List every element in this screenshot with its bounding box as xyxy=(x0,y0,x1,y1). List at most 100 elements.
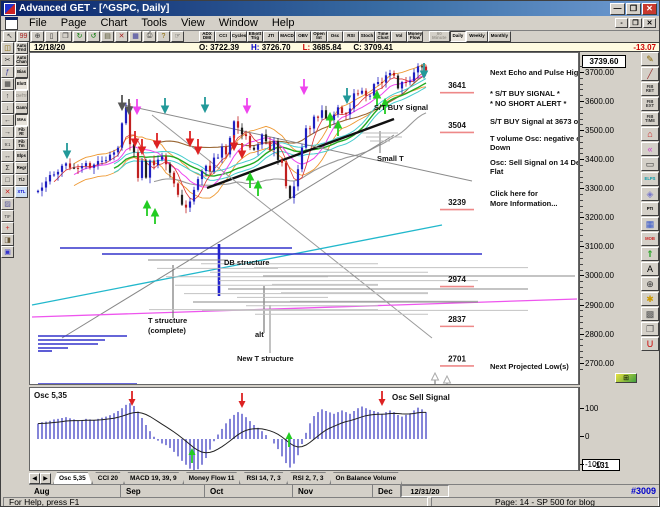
expand-icon[interactable]: ↔ xyxy=(1,150,14,162)
tool-button-auto-chan[interactable]: Auto Chan xyxy=(15,54,28,66)
chart-page-icon[interactable]: ▦ xyxy=(129,31,142,42)
snap-icon[interactable]: ▨ xyxy=(1,198,14,210)
rectangle-tool-icon[interactable]: ▭ xyxy=(641,157,659,171)
sum-icon[interactable]: Σ xyxy=(1,162,14,174)
tab-cci-20[interactable]: CCI 20 xyxy=(92,472,124,484)
quotes-icon[interactable]: 99 xyxy=(17,31,30,42)
print-icon[interactable]: ⎙ xyxy=(143,31,156,42)
interval-button-weekly[interactable]: Weekly xyxy=(466,31,487,42)
tool-button-t-j[interactable]: T/J xyxy=(15,174,28,186)
study-button-open-int[interactable]: Open Int xyxy=(311,31,327,42)
crosshair-icon[interactable]: + xyxy=(1,222,14,234)
study-button-obv[interactable]: OBV xyxy=(295,31,311,42)
window-icon[interactable]: ▣ xyxy=(1,246,14,258)
tab-macd-19-39-9[interactable]: MACD 19, 39, 9 xyxy=(124,472,183,484)
study-icon[interactable]: ƒ xyxy=(1,66,14,78)
grid-icon[interactable]: ▦ xyxy=(641,217,659,231)
menu-chart[interactable]: Chart xyxy=(93,17,134,29)
interval-button-daily[interactable]: Daily xyxy=(450,31,467,42)
pages-icon[interactable]: ❐ xyxy=(641,322,659,336)
tool-button-elott[interactable]: Elott xyxy=(15,78,28,90)
maximize-button[interactable]: ❐ xyxy=(626,3,641,15)
fib-retracement-icon[interactable]: FIB RET xyxy=(641,82,659,96)
grid2-icon[interactable]: ▩ xyxy=(641,307,659,321)
tool-button-gann[interactable]: Gann xyxy=(15,102,28,114)
rhombus-icon[interactable]: ◈ xyxy=(641,187,659,201)
pointer-icon[interactable]: ↖ xyxy=(3,31,16,42)
box-icon[interactable]: □ xyxy=(1,174,14,186)
scissors-icon[interactable]: ✂ xyxy=(1,54,14,66)
interval-button-60-minute[interactable]: 60 Minute xyxy=(429,31,450,42)
study-button-money-flow[interactable]: Money Flow xyxy=(407,31,423,42)
open-folder-icon[interactable]: ◫ xyxy=(1,42,14,54)
child-minimize-button[interactable]: - xyxy=(615,18,628,28)
price-chart[interactable]: 364135043239297428372701Next Echo and Pu… xyxy=(29,52,579,385)
minimize-button[interactable]: — xyxy=(610,3,625,15)
menu-window[interactable]: Window xyxy=(212,17,265,29)
tab-rsi-2-7-3[interactable]: RSI 2, 7, 3 xyxy=(287,472,330,484)
tab-rsi-14-7-3[interactable]: RSI 14, 7, 3 xyxy=(240,472,286,484)
title-bar[interactable]: Advanced GET - [^GSPC, Daily] —❐✕ xyxy=(1,1,659,16)
study-button-cycles[interactable]: Cycles xyxy=(231,31,247,42)
study-button-elliott-trig[interactable]: Elliott Trig xyxy=(247,31,263,42)
fib-extension-icon[interactable]: FIB EXT xyxy=(641,97,659,111)
scroll-down-icon[interactable]: ↓ xyxy=(1,102,14,114)
new-chart-icon[interactable]: ▯ xyxy=(45,31,58,42)
study-button-rsi[interactable]: RSI xyxy=(343,31,359,42)
oscillator-panel[interactable]: Osc 5,35Osc Sell Signal xyxy=(29,387,579,471)
child-window-icon[interactable] xyxy=(5,17,18,30)
context-help-icon[interactable]: ☞ xyxy=(171,31,184,42)
elliott-arrow-icon[interactable]: ⇑ xyxy=(641,247,659,261)
study-button-osc[interactable]: Osc xyxy=(327,31,343,42)
help-icon[interactable]: ? xyxy=(157,31,170,42)
rotate-icon[interactable]: ↺ xyxy=(87,31,100,42)
mob-icon[interactable]: MOB xyxy=(641,232,659,246)
gann-icon[interactable]: ⌂ xyxy=(641,127,659,141)
tool-button-xtl[interactable]: XTL xyxy=(15,186,28,198)
tab-on-balance-volume[interactable]: On Balance Volume xyxy=(330,472,403,484)
menu-help[interactable]: Help xyxy=(265,17,302,29)
expansion-arrows-icon[interactable]: « xyxy=(641,142,659,156)
study-button-vol[interactable]: Vol xyxy=(391,31,407,42)
paste-icon[interactable]: ▤ xyxy=(101,31,114,42)
tool-button-fib-rt[interactable]: Fib Rt xyxy=(15,126,28,138)
study-button-stoch[interactable]: Stoch xyxy=(359,31,375,42)
refresh-icon[interactable]: ↻ xyxy=(73,31,86,42)
tool-button-regr[interactable]: Regr xyxy=(15,162,28,174)
tool-button-bias[interactable]: Bias xyxy=(15,66,28,78)
tab-scroll-left-button[interactable]: ◀ xyxy=(29,473,40,484)
menu-view[interactable]: View xyxy=(174,17,212,29)
trendline-icon[interactable]: ╱ xyxy=(641,67,659,81)
scroll-right-icon[interactable]: → xyxy=(1,126,14,138)
tif-icon[interactable]: TIF xyxy=(1,210,14,222)
delete-lines-icon[interactable]: ✕ xyxy=(1,186,14,198)
menu-file[interactable]: File xyxy=(22,17,54,29)
price-scale[interactable]: 3739.60 ⊞ 3700.003600.003500.003400.0033… xyxy=(579,52,639,385)
text-tool-icon[interactable]: A xyxy=(641,262,659,276)
pti-icon[interactable]: PTI xyxy=(641,202,659,216)
tab-osc-5-35[interactable]: Osc 5,35 xyxy=(53,472,92,484)
tool-button-mas[interactable]: MAs xyxy=(15,114,28,126)
fib-time-icon[interactable]: FIB TIME xyxy=(641,112,659,126)
study-button-adx-dmi[interactable]: ADX DMI xyxy=(199,31,215,42)
pencil-icon[interactable]: ✎ xyxy=(641,52,659,66)
ratio-icon[interactable]: 9:1 xyxy=(1,138,14,150)
scale-settings-button[interactable]: ⊞ xyxy=(615,373,637,383)
zoom-tool-icon[interactable]: ⊕ xyxy=(641,277,659,291)
tool-button-fib-tm[interactable]: Fib Tm xyxy=(15,138,28,150)
study-button-macd[interactable]: MACD xyxy=(279,31,295,42)
tool-button-elps[interactable]: Elps xyxy=(15,150,28,162)
tab-scroll-right-button[interactable]: ▶ xyxy=(40,473,51,484)
study-button-time-clust[interactable]: Time Clust xyxy=(375,31,391,42)
chart-type-icon[interactable]: ▦ xyxy=(1,78,14,90)
delete-icon[interactable]: ✕ xyxy=(115,31,128,42)
scroll-up-icon[interactable]: ↑ xyxy=(1,90,14,102)
zoom-icon[interactable]: ⊕ xyxy=(31,31,44,42)
tool-button-deftr[interactable]: DefTr xyxy=(15,90,28,102)
study-button-jti[interactable]: JTI xyxy=(263,31,279,42)
interval-button-monthly[interactable]: Monthly xyxy=(488,31,511,42)
child-restore-button[interactable]: ❐ xyxy=(629,18,642,28)
ellipse-tool-icon[interactable]: ELPS xyxy=(641,172,659,186)
tool-button-auto-trnd[interactable]: Auto Trnd xyxy=(15,42,28,54)
open-copy-icon[interactable]: ❐ xyxy=(59,31,72,42)
